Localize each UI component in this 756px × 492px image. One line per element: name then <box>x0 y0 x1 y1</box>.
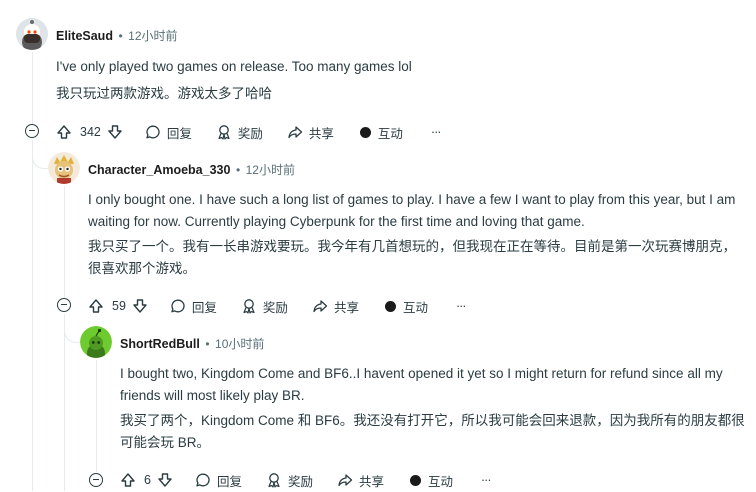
thread-line <box>64 186 65 302</box>
comment-text-zh: 我只玩过两款游戏。游戏太多了哈哈 <box>56 86 272 101</box>
share-label: 共享 <box>333 300 359 315</box>
more-options-button[interactable]: ··· <box>456 299 466 313</box>
thread-line <box>32 140 33 491</box>
thread-line <box>64 314 65 491</box>
downvote-icon[interactable] <box>132 298 148 314</box>
timestamp[interactable]: 12小时前 <box>246 163 295 177</box>
reply-button[interactable]: 回复 <box>145 123 192 142</box>
share-icon <box>337 472 353 488</box>
timestamp[interactable]: 12小时前 <box>128 29 177 43</box>
more-options-button[interactable]: ··· <box>431 125 441 139</box>
comment-text-en: I've only played two games on release. T… <box>56 59 412 74</box>
comment-text-en: I only bought one. I have such a long li… <box>88 192 736 229</box>
meta-separator: • <box>118 29 123 43</box>
avatar[interactable] <box>16 18 48 50</box>
reply-label: 回复 <box>191 300 217 315</box>
interact-button[interactable]: 互动 <box>359 123 403 142</box>
reply-label: 回复 <box>166 126 192 141</box>
interact-label: 互动 <box>428 474 454 489</box>
award-button[interactable]: 奖励 <box>241 297 288 316</box>
comment-text-en: I bought two, Kingdom Come and BF6..I ha… <box>120 366 723 403</box>
reply-button[interactable]: 回复 <box>170 297 217 316</box>
upvote-icon[interactable] <box>120 472 136 488</box>
collapse-thread-button[interactable] <box>89 473 103 487</box>
share-button[interactable]: 共享 <box>312 297 359 316</box>
interact-button[interactable]: 互动 <box>384 297 428 316</box>
thread-line <box>96 360 97 472</box>
comment-header: ShortRedBull • 10小时前 <box>120 335 264 352</box>
thread-line <box>32 52 33 128</box>
award-button[interactable]: 奖励 <box>266 471 313 490</box>
share-icon <box>287 124 303 140</box>
comment-bubble-icon <box>170 298 186 314</box>
award-button[interactable]: 奖励 <box>216 123 263 142</box>
vote-count: 342 <box>80 125 101 139</box>
timestamp[interactable]: 10小时前 <box>215 337 264 351</box>
avatar[interactable] <box>48 152 80 184</box>
share-label: 共享 <box>358 474 384 489</box>
downvote-icon[interactable] <box>157 472 173 488</box>
comment-text-zh: 我只买了一个。我有一长串游戏要玩。我今年有几首想玩的，但我现在正在等待。目前是第… <box>88 239 736 276</box>
share-button[interactable]: 共享 <box>287 123 334 142</box>
comment-header: EliteSaud • 12小时前 <box>56 27 178 44</box>
interact-icon <box>359 126 371 138</box>
interact-icon <box>384 300 396 312</box>
award-label: 奖励 <box>262 300 288 315</box>
award-label: 奖励 <box>287 474 313 489</box>
vote-count: 59 <box>112 299 126 313</box>
username[interactable]: ShortRedBull <box>120 337 200 351</box>
share-icon <box>312 298 328 314</box>
more-options-button[interactable]: ··· <box>481 473 491 487</box>
award-icon <box>241 298 257 314</box>
action-bar: 59 回复 奖励 共享 互动 ··· <box>88 294 466 318</box>
reply-label: 回复 <box>216 474 242 489</box>
collapse-thread-button[interactable] <box>57 298 71 312</box>
downvote-icon[interactable] <box>107 124 123 140</box>
upvote-icon[interactable] <box>56 124 72 140</box>
action-bar: 342 回复 奖励 共享 互动 ··· <box>56 120 441 144</box>
comment-bubble-icon <box>145 124 161 140</box>
award-icon <box>216 124 232 140</box>
interact-button[interactable]: 互动 <box>410 471 453 490</box>
interact-label: 互动 <box>377 126 403 141</box>
share-button[interactable]: 共享 <box>337 471 384 490</box>
upvote-icon[interactable] <box>88 298 104 314</box>
interact-icon <box>410 474 421 486</box>
interact-label: 互动 <box>402 300 428 315</box>
vote-count: 6 <box>144 473 151 487</box>
username[interactable]: Character_Amoeba_330 <box>88 163 230 177</box>
action-bar: 6 回复 奖励 共享 互动 ··· <box>120 468 491 492</box>
award-label: 奖励 <box>237 126 263 141</box>
comment-text-zh: 我买了两个，Kingdom Come 和 BF6。我还没有打开它，所以我可能会回… <box>120 413 745 450</box>
meta-separator: • <box>205 337 210 351</box>
comment-header: Character_Amoeba_330 • 12小时前 <box>88 161 295 178</box>
username[interactable]: EliteSaud <box>56 29 113 43</box>
meta-separator: • <box>235 163 241 177</box>
reply-button[interactable]: 回复 <box>195 471 242 490</box>
share-label: 共享 <box>308 126 334 141</box>
award-icon <box>266 472 282 488</box>
collapse-thread-button[interactable] <box>25 124 39 138</box>
comment-bubble-icon <box>195 472 211 488</box>
avatar[interactable] <box>80 326 112 358</box>
